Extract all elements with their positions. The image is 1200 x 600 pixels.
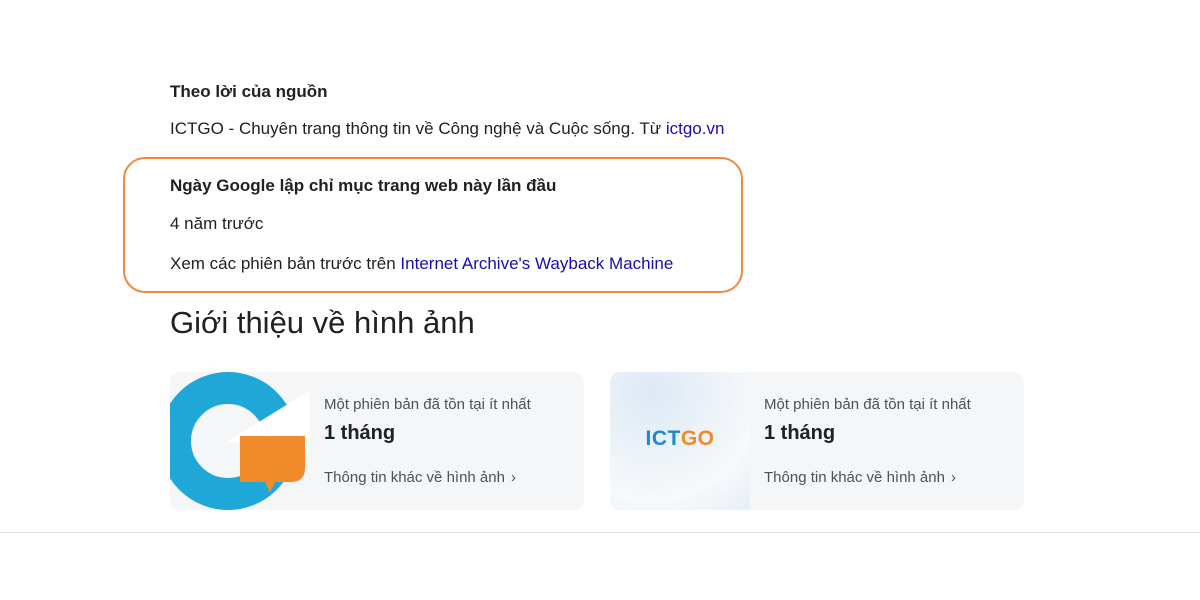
card-1-subtitle: Một phiên bản đã tồn tại ít nhất [324,396,531,413]
card-2-more-link[interactable]: Thông tin khác về hình ảnh › [764,469,956,486]
about-images-heading: Giới thiệu về hình ảnh [170,305,475,340]
chevron-right-icon: › [950,469,956,486]
source-description: ICTGO - Chuyên trang thông tin về Công n… [170,119,724,139]
card-2-more-label: Thông tin khác về hình ảnh [764,469,945,486]
card-1-more-label: Thông tin khác về hình ảnh [324,469,505,486]
bottom-divider [0,532,1200,533]
ictgo-thumbnail-text: ICTGO [610,427,750,451]
ictgo-text-go: GO [680,427,715,450]
card-2-value: 1 tháng [764,422,836,444]
ictgo-g-logo-icon [170,372,310,510]
image-card-1[interactable]: Một phiên bản đã tồn tại ít nhất 1 tháng… [170,372,584,510]
image-card-2[interactable]: ICTGO Một phiên bản đã tồn tại ít nhất 1… [610,372,1024,510]
source-heading: Theo lời của nguồn [170,82,328,101]
source-description-text: ICTGO - Chuyên trang thông tin về Công n… [170,119,666,138]
ictgo-text-ict: ICT [645,427,681,450]
wayback-prefix: Xem các phiên bản trước trên [170,254,401,273]
chevron-right-icon: › [510,469,516,486]
wayback-line: Xem các phiên bản trước trên Internet Ar… [170,254,673,274]
source-domain-link[interactable]: ictgo.vn [666,119,725,138]
image-thumbnail-1[interactable] [170,372,310,510]
image-thumbnail-2[interactable]: ICTGO [610,372,750,510]
first-indexed-value: 4 năm trước [170,214,264,233]
first-indexed-heading: Ngày Google lập chỉ mục trang web này lầ… [170,176,557,195]
card-1-value: 1 tháng [324,422,396,444]
card-1-more-link[interactable]: Thông tin khác về hình ảnh › [324,469,516,486]
card-2-subtitle: Một phiên bản đã tồn tại ít nhất [764,396,971,413]
wayback-machine-link[interactable]: Internet Archive's Wayback Machine [400,254,673,273]
